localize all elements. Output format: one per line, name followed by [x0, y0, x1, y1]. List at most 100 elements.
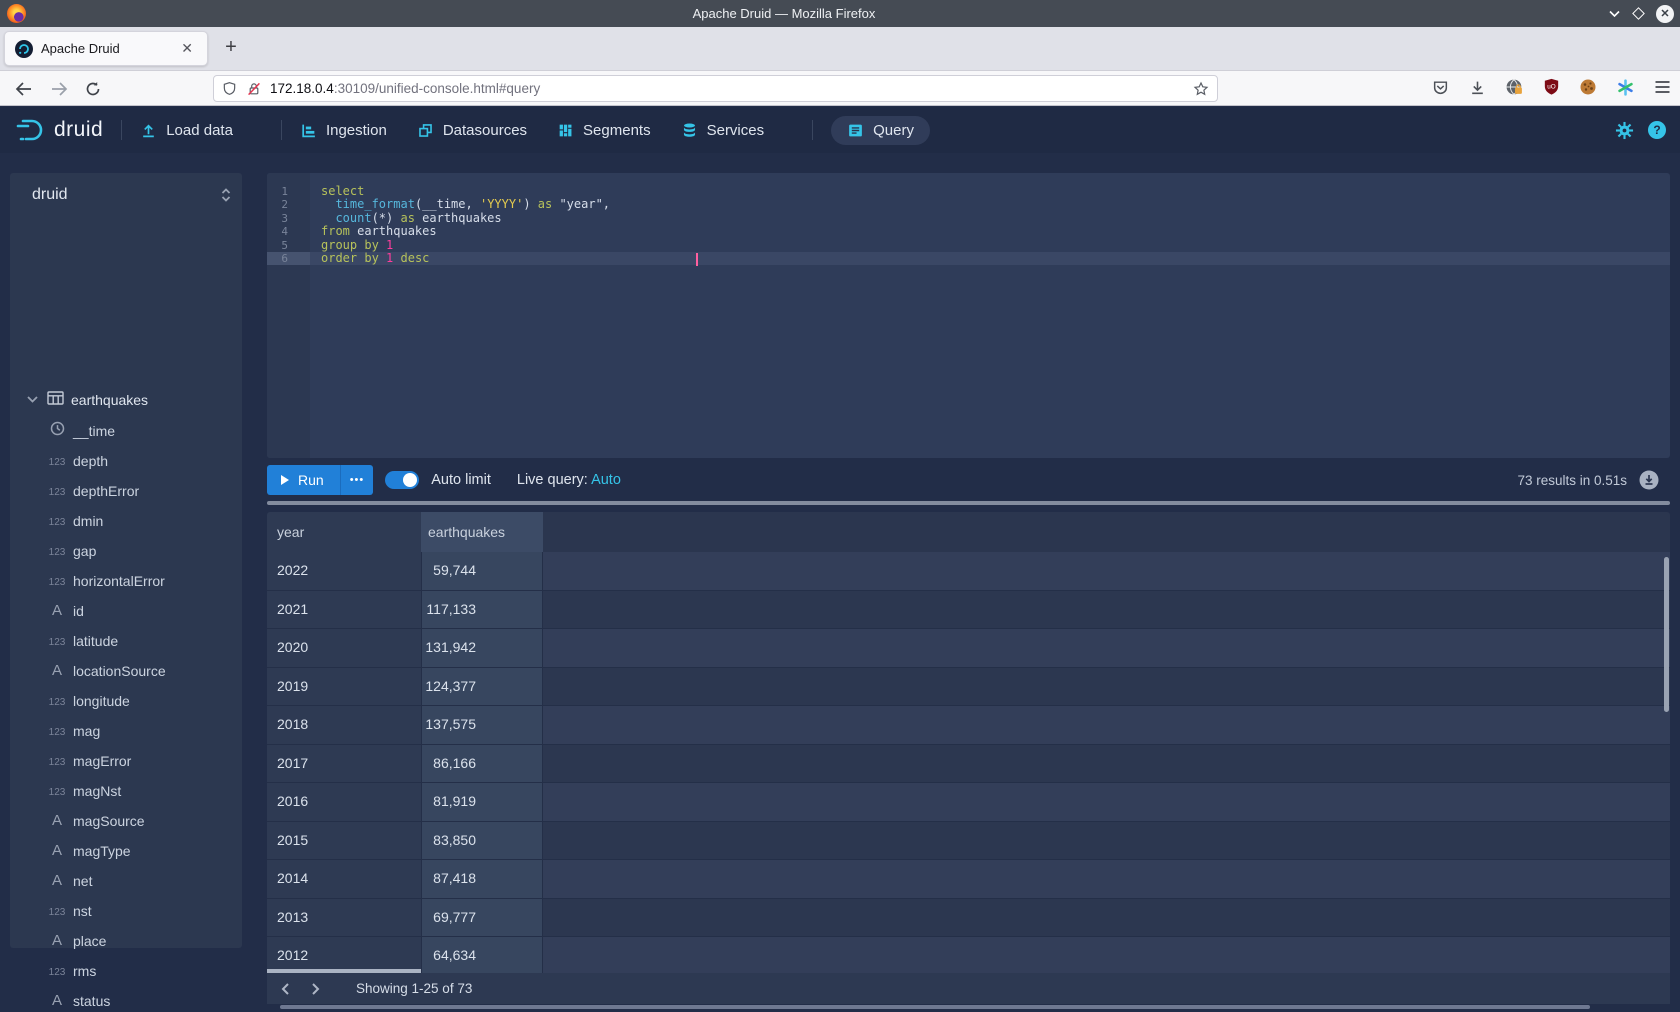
row-filler [543, 937, 1670, 973]
schema-selector[interactable]: druid [10, 183, 242, 211]
cell-year[interactable]: 2015 [267, 822, 421, 860]
sidebar-column-id[interactable]: Aid [10, 596, 242, 626]
previous-page-button[interactable] [270, 973, 300, 1004]
run-button[interactable]: Run [267, 465, 340, 495]
sql-code[interactable]: select time_format(__time, 'YYYY') as "y… [321, 185, 610, 265]
extension-icon[interactable] [1504, 77, 1524, 97]
browser-tab[interactable]: Apache Druid ✕ [4, 31, 208, 66]
sidebar-column-status[interactable]: Astatus [10, 986, 242, 1012]
sidebar-column-place[interactable]: Aplace [10, 926, 242, 956]
column-name: place [73, 933, 106, 949]
ublock-icon[interactable]: uO [1541, 77, 1561, 97]
nav-item-ingestion[interactable]: Ingestion [300, 122, 387, 139]
cell-earthquakes[interactable]: 137,575 [421, 706, 543, 744]
line-number: 6 [267, 252, 310, 265]
cell-earthquakes[interactable]: 131,942 [421, 629, 543, 667]
vertical-scrollbar-thumb[interactable] [1664, 557, 1669, 712]
cell-year[interactable]: 2020 [267, 629, 421, 667]
pocket-icon[interactable] [1430, 77, 1450, 97]
nav-item-load-data[interactable]: Load data [140, 122, 233, 139]
cell-earthquakes[interactable]: 124,377 [421, 668, 543, 706]
auto-limit-toggle[interactable] [385, 471, 419, 489]
forward-button[interactable] [47, 77, 71, 101]
download-icon[interactable] [1467, 77, 1487, 97]
query-editor[interactable]: 123456 select time_format(__time, 'YYYY'… [267, 173, 1670, 458]
sidebar-table-earthquakes[interactable]: earthquakes [10, 385, 242, 415]
help-icon[interactable]: ? [1648, 121, 1666, 139]
nav-item-services[interactable]: Services [681, 122, 765, 139]
download-results-icon[interactable] [1639, 470, 1659, 490]
live-query-control[interactable]: Live query: Auto [517, 472, 621, 488]
cell-earthquakes[interactable]: 64,634 [421, 937, 543, 973]
sidebar-column-net[interactable]: Anet [10, 866, 242, 896]
cell-earthquakes[interactable]: 86,166 [421, 745, 543, 783]
cell-year[interactable]: 2013 [267, 899, 421, 937]
column-header-earthquakes[interactable]: earthquakes [421, 512, 543, 552]
druid-logo-icon[interactable] [14, 117, 48, 143]
menu-icon[interactable] [1652, 77, 1672, 97]
number-type-icon: 123 [46, 572, 68, 590]
insecure-lock-icon[interactable] [246, 81, 262, 97]
live-query-value[interactable]: Auto [591, 472, 621, 488]
new-tab-button[interactable]: + [218, 35, 244, 61]
tracking-protection-shield-icon[interactable] [222, 81, 237, 96]
nav-item-segments[interactable]: Segments [557, 122, 651, 139]
reload-button[interactable] [81, 77, 105, 101]
sidebar-column-gap[interactable]: 123gap [10, 536, 242, 566]
window-maximize-icon[interactable] [1632, 7, 1645, 20]
datasources-icon [417, 122, 434, 139]
column-header-year[interactable]: year [267, 512, 421, 552]
cell-earthquakes[interactable]: 117,133 [421, 591, 543, 629]
sidebar-column-depthError[interactable]: 123depthError [10, 476, 242, 506]
sidebar-column-locationSource[interactable]: AlocationSource [10, 656, 242, 686]
cell-year[interactable]: 2012 [267, 937, 421, 973]
colorful-asterisk-icon[interactable] [1615, 77, 1635, 97]
cell-earthquakes[interactable]: 69,777 [421, 899, 543, 937]
chevron-down-icon[interactable] [26, 391, 39, 409]
sidebar-column-mag[interactable]: 123mag [10, 716, 242, 746]
sidebar-column-longitude[interactable]: 123longitude [10, 686, 242, 716]
sidebar-column-horizontalError[interactable]: 123horizontalError [10, 566, 242, 596]
sidebar-column-rms[interactable]: 123rms [10, 956, 242, 986]
cell-year[interactable]: 2018 [267, 706, 421, 744]
cell-earthquakes[interactable]: 81,919 [421, 783, 543, 821]
editor-results-splitter[interactable] [267, 501, 1670, 505]
nav-item-datasources[interactable]: Datasources [417, 122, 527, 139]
sidebar-column-depth[interactable]: 123depth [10, 446, 242, 476]
sidebar-column-nst[interactable]: 123nst [10, 896, 242, 926]
sort-double-caret-icon[interactable] [220, 187, 232, 208]
settings-gear-icon[interactable] [1615, 121, 1634, 140]
sidebar-column-magError[interactable]: 123magError [10, 746, 242, 776]
cell-earthquakes[interactable]: 83,850 [421, 822, 543, 860]
cell-year[interactable]: 2021 [267, 591, 421, 629]
cell-year[interactable]: 2016 [267, 783, 421, 821]
cell-year[interactable]: 2022 [267, 552, 421, 590]
cell-year[interactable]: 2019 [267, 668, 421, 706]
sidebar-column-magType[interactable]: AmagType [10, 836, 242, 866]
nav-item-query[interactable]: Query [831, 116, 930, 145]
row-filler [543, 591, 1670, 629]
sidebar-column-__time[interactable]: __time [10, 416, 242, 446]
window-minimize-icon[interactable] [1608, 9, 1621, 18]
url-bar[interactable]: 172.18.0.4:30109/unified-console.html#qu… [213, 75, 1218, 102]
druid-brand-name[interactable]: druid [54, 118, 103, 142]
sidebar-column-magSource[interactable]: AmagSource [10, 806, 242, 836]
cell-earthquakes[interactable]: 87,418 [421, 860, 543, 898]
cell-year[interactable]: 2017 [267, 745, 421, 783]
bookmark-star-icon[interactable] [1193, 81, 1209, 97]
sidebar-column-latitude[interactable]: 123latitude [10, 626, 242, 656]
cell-earthquakes[interactable]: 59,744 [421, 552, 543, 590]
cookie-icon[interactable] [1578, 77, 1598, 97]
table-row: 201786,166 [267, 745, 1670, 784]
table-row: 2021117,133 [267, 591, 1670, 630]
window-close-icon[interactable]: ✕ [1656, 5, 1674, 23]
back-button[interactable] [11, 77, 35, 101]
sidebar-column-magNst[interactable]: 123magNst [10, 776, 242, 806]
url-text[interactable]: 172.18.0.4:30109/unified-console.html#qu… [270, 81, 1193, 96]
horizontal-scrollbar-thumb[interactable] [280, 1005, 1590, 1009]
cell-year[interactable]: 2014 [267, 860, 421, 898]
next-page-button[interactable] [300, 973, 330, 1004]
tab-close-icon[interactable]: ✕ [177, 40, 197, 57]
sidebar-column-dmin[interactable]: 123dmin [10, 506, 242, 536]
run-more-options-button[interactable]: ••• [340, 465, 374, 495]
